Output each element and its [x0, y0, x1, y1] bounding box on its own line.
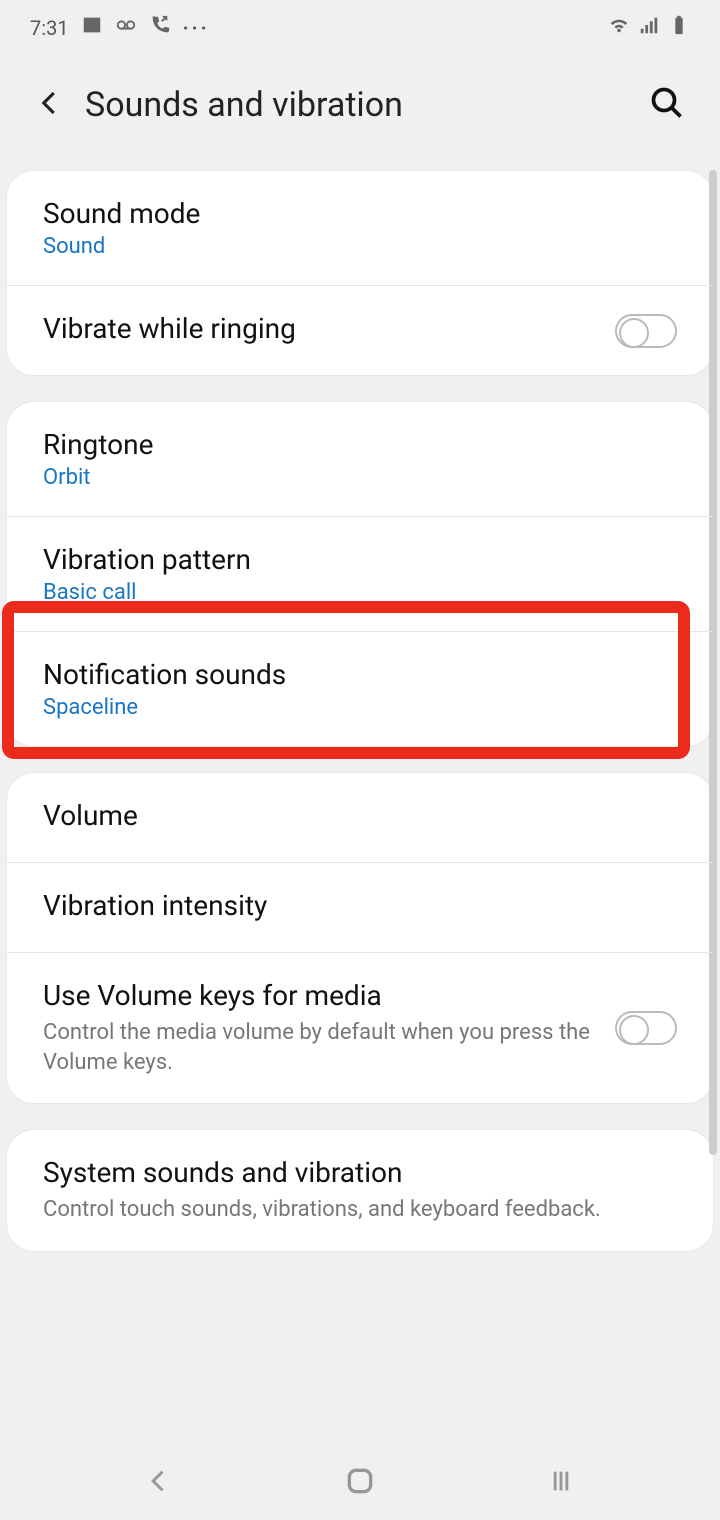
item-title: Vibrate while ringing: [43, 312, 296, 345]
more-icon: ···: [183, 16, 210, 40]
item-volume-keys-media[interactable]: Use Volume keys for media Control the me…: [7, 953, 713, 1103]
card-sound-mode: Sound mode Sound Vibrate while ringing: [6, 170, 714, 376]
item-desc: Control touch sounds, vibrations, and ke…: [43, 1195, 677, 1225]
content: Sound mode Sound Vibrate while ringing R…: [0, 170, 720, 1252]
nav-home-icon[interactable]: [344, 1465, 376, 1501]
image-icon: [81, 14, 103, 41]
item-vibration-pattern[interactable]: Vibration pattern Basic call: [7, 517, 713, 632]
item-sound-mode[interactable]: Sound mode Sound: [7, 171, 713, 286]
nav-back-icon[interactable]: [145, 1467, 173, 1499]
item-title: Vibration pattern: [43, 543, 677, 576]
item-desc: Control the media volume by default when…: [43, 1018, 595, 1077]
item-title: System sounds and vibration: [43, 1156, 677, 1189]
back-button[interactable]: [25, 78, 75, 132]
card-ringtone-group: Ringtone Orbit Vibration pattern Basic c…: [6, 401, 714, 747]
item-volume[interactable]: Volume: [7, 773, 713, 863]
search-button[interactable]: [639, 75, 695, 135]
item-title: Vibration intensity: [43, 889, 677, 922]
item-system-sounds[interactable]: System sounds and vibration Control touc…: [7, 1130, 713, 1251]
battery-icon: [668, 14, 690, 41]
item-title: Sound mode: [43, 197, 677, 230]
item-value: Spaceline: [43, 695, 677, 720]
header: Sounds and vibration: [0, 55, 720, 170]
page-title: Sounds and vibration: [85, 85, 639, 125]
item-ringtone[interactable]: Ringtone Orbit: [7, 402, 713, 517]
card-system-sounds: System sounds and vibration Control touc…: [6, 1129, 714, 1252]
item-title: Use Volume keys for media: [43, 979, 595, 1012]
toggle-volume-keys-media[interactable]: [615, 1011, 677, 1045]
item-vibration-intensity[interactable]: Vibration intensity: [7, 863, 713, 953]
item-title: Volume: [43, 799, 677, 832]
status-bar: 7:31 ···: [0, 0, 720, 55]
navigation-bar: [0, 1445, 720, 1520]
item-vibrate-while-ringing[interactable]: Vibrate while ringing: [7, 286, 713, 375]
signal-icon: [638, 14, 660, 41]
item-value: Sound: [43, 234, 677, 259]
voicemail-icon: [115, 14, 137, 41]
nav-recents-icon[interactable]: [547, 1467, 575, 1499]
card-volume-group: Volume Vibration intensity Use Volume ke…: [6, 772, 714, 1104]
phone-forward-icon: [149, 14, 171, 41]
item-notification-sounds[interactable]: Notification sounds Spaceline: [7, 632, 713, 746]
item-title: Notification sounds: [43, 658, 677, 691]
toggle-vibrate-while-ringing[interactable]: [615, 314, 677, 348]
wifi-icon: [608, 14, 630, 41]
status-time: 7:31: [30, 16, 69, 40]
item-title: Ringtone: [43, 428, 677, 461]
item-value: Orbit: [43, 465, 677, 490]
item-value: Basic call: [43, 580, 677, 605]
